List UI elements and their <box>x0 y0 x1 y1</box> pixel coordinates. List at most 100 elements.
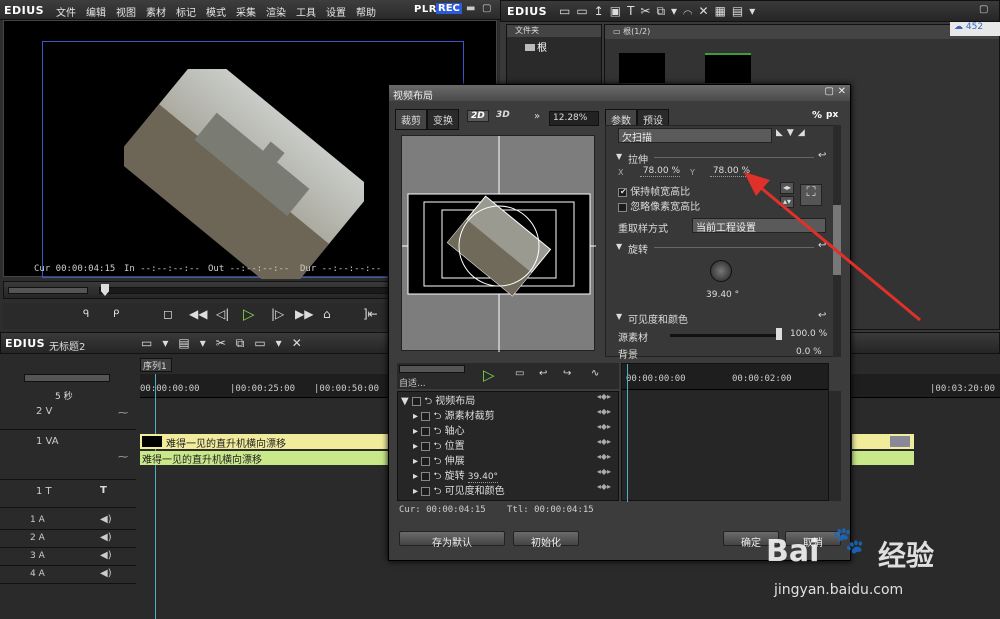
track-header-3a[interactable]: 3 A ◀) <box>0 548 136 566</box>
kf-row-checkbox[interactable] <box>421 441 431 451</box>
kf-play-icon[interactable]: ▷ <box>483 366 495 384</box>
menu-help[interactable]: 帮助 <box>356 4 376 19</box>
step-forward-icon[interactable]: |▷ <box>271 307 284 321</box>
zoom-select[interactable]: 12.28% <box>549 111 599 126</box>
initialize-button[interactable]: 初始化 <box>513 531 579 549</box>
mode-2d-button[interactable]: 2D <box>467 110 489 122</box>
menu-edit[interactable]: 编辑 <box>86 4 106 19</box>
menu-render[interactable]: 渲染 <box>266 4 286 19</box>
minimize-icon[interactable]: ▬ <box>466 3 475 14</box>
expand-icon[interactable]: ▸ <box>413 426 421 437</box>
kf-auto-select[interactable]: 自适... <box>399 376 426 389</box>
kf-row-rotation[interactable]: ▸ ⮌ 旋转 39.40° ◂◆▸ <box>399 467 619 483</box>
dialog-titlebar[interactable]: 视频布局 ▢ ✕ <box>389 85 850 102</box>
bg-value[interactable]: 0.0 % <box>796 347 822 357</box>
video-clip[interactable]: 难得一见的直升机横向漂移 <box>140 434 390 450</box>
mark-out-icon[interactable]: ᑭ <box>113 309 119 320</box>
kf-row-checkbox[interactable] <box>421 456 431 466</box>
clip-thumbnail-2[interactable] <box>705 53 751 83</box>
kf-cursor[interactable] <box>627 364 628 502</box>
kf-row-checkbox[interactable] <box>421 471 431 481</box>
kf-row-checkbox[interactable] <box>421 411 431 421</box>
menu-file[interactable]: 文件 <box>56 4 76 19</box>
kf-row-layout[interactable]: ▼ ⮌ 视频布局 ◂◆▸ <box>399 392 619 407</box>
track-1va-sync-icon[interactable]: ⁓ <box>118 452 128 463</box>
layout-canvas[interactable] <box>401 135 596 352</box>
video-clip-tail[interactable] <box>852 434 914 449</box>
menu-capture[interactable]: 采集 <box>236 4 256 19</box>
menu-clip[interactable]: 素材 <box>146 4 166 19</box>
save-default-button[interactable]: 存为默认 <box>399 531 505 549</box>
timeline-cursor[interactable] <box>155 374 156 619</box>
track-header-1a[interactable]: 1 A ◀) <box>0 512 136 530</box>
dialog-maximize-icon[interactable]: ▢ <box>825 86 834 97</box>
track-header-4a[interactable]: 4 A ◀) <box>0 566 136 584</box>
kf-nav-icons[interactable]: ◂◆▸ <box>597 407 611 416</box>
expand-icon[interactable]: ▸ <box>413 486 421 497</box>
ignore-pixel-row[interactable]: 忽略像素宽高比 <box>618 198 700 213</box>
sequence-tab[interactable]: 序列1 <box>140 358 172 372</box>
loop-icon[interactable]: ⌂ <box>323 307 331 321</box>
menu-marker[interactable]: 标记 <box>176 4 196 19</box>
expand-icon[interactable]: ▸ <box>413 456 421 467</box>
kf-timeline[interactable]: 00:00:00:00 00:00:02:00 <box>621 363 829 502</box>
playhead-handle[interactable] <box>101 284 109 296</box>
kf-row-position[interactable]: ▸ ⮌ 位置 ◂◆▸ <box>399 437 619 452</box>
kf-undo-icon[interactable]: ↩ <box>539 368 547 379</box>
track-header-2v[interactable]: 2 V ⁓ <box>0 400 136 430</box>
kf-row-checkbox[interactable] <box>421 426 431 436</box>
timeline-tool-icons[interactable]: ▭▾▤▾✂⧉▭▾✕ <box>141 336 312 351</box>
mark-in-icon[interactable]: ᑫ <box>83 309 89 320</box>
visibility-collapse-icon[interactable]: ▼ <box>616 312 622 321</box>
align-buttons[interactable]: ◣▼◢ <box>776 128 809 138</box>
menu-view[interactable]: 视图 <box>116 4 136 19</box>
kf-preview-icon[interactable]: ▭ <box>515 368 524 379</box>
mode-3d-button[interactable]: 3D <box>493 110 513 120</box>
source-slider[interactable] <box>670 334 782 337</box>
kf-row-stretch[interactable]: ▸ ⮌ 伸展 ◂◆▸ <box>399 452 619 467</box>
kf-row-checkbox[interactable] <box>411 396 421 406</box>
keep-aspect-row[interactable]: 保持帧宽高比 <box>618 183 690 198</box>
stop-icon[interactable]: ◻ <box>163 307 173 321</box>
track-header-2a[interactable]: 2 A ◀) <box>0 530 136 548</box>
kf-redo-icon[interactable]: ↪ <box>563 368 571 379</box>
insert-icon[interactable]: ]⇤ <box>363 307 378 321</box>
audio-clip-tail[interactable] <box>852 451 914 465</box>
speaker-icon[interactable]: ◀) <box>100 568 112 579</box>
rec-label[interactable]: REC <box>436 3 462 14</box>
shuttle-slider[interactable] <box>8 287 88 294</box>
px-unit-button[interactable]: px <box>826 110 838 120</box>
kf-row-crop[interactable]: ▸ ⮌ 源素材裁剪 ◂◆▸ <box>399 407 619 422</box>
folder-root[interactable]: 根 <box>507 37 601 54</box>
maximize-icon[interactable]: ▢ <box>482 3 491 14</box>
scan-mode-select[interactable]: 欠扫描 <box>618 128 772 144</box>
rewind-icon[interactable]: ◀◀ <box>189 307 207 321</box>
ignore-pixel-checkbox[interactable] <box>618 202 627 212</box>
kf-row-visibility[interactable]: ▸ ⮌ 可见度和颜色 ◂◆▸ <box>399 482 619 497</box>
kf-scrollbar[interactable] <box>829 391 841 501</box>
kf-row-checkbox[interactable] <box>421 486 431 496</box>
rotation-value[interactable]: 39.40 ° <box>706 290 739 300</box>
kf-row-pivot[interactable]: ▸ ⮌ 轴心 ◂◆▸ <box>399 422 619 437</box>
keep-aspect-checkbox[interactable] <box>618 187 627 197</box>
dialog-close-icon[interactable]: ✕ <box>838 86 846 97</box>
step-back-icon[interactable]: ◁| <box>216 307 229 321</box>
kf-nav-icons[interactable]: ◂◆▸ <box>597 467 611 476</box>
speaker-icon[interactable]: ◀) <box>100 532 112 543</box>
kf-zoom-slider[interactable] <box>399 365 465 373</box>
kf-nav-icons[interactable]: ◂◆▸ <box>597 392 611 401</box>
kf-nav-icons[interactable]: ◂◆▸ <box>597 482 611 491</box>
fast-forward-icon[interactable]: ▶▶ <box>295 307 313 321</box>
track-header-1t[interactable]: 1 T T <box>0 482 136 508</box>
audio-clip[interactable]: 难得一见的直升机横向漂移 <box>140 451 390 466</box>
source-value[interactable]: 100.0 % <box>790 329 827 339</box>
rotation-collapse-icon[interactable]: ▼ <box>616 242 622 251</box>
cloud-badge[interactable]: ☁ 452 <box>950 22 1000 36</box>
stretch-collapse-icon[interactable]: ▼ <box>616 152 622 161</box>
expand-icon[interactable]: ▼ <box>401 396 412 407</box>
tab-crop[interactable]: 裁剪 <box>395 109 427 130</box>
kf-nav-icons[interactable]: ◂◆▸ <box>597 422 611 431</box>
rotation-dial[interactable] <box>710 260 732 282</box>
menu-settings[interactable]: 设置 <box>326 4 346 19</box>
x-value-input[interactable]: 78.00 % <box>640 166 680 177</box>
